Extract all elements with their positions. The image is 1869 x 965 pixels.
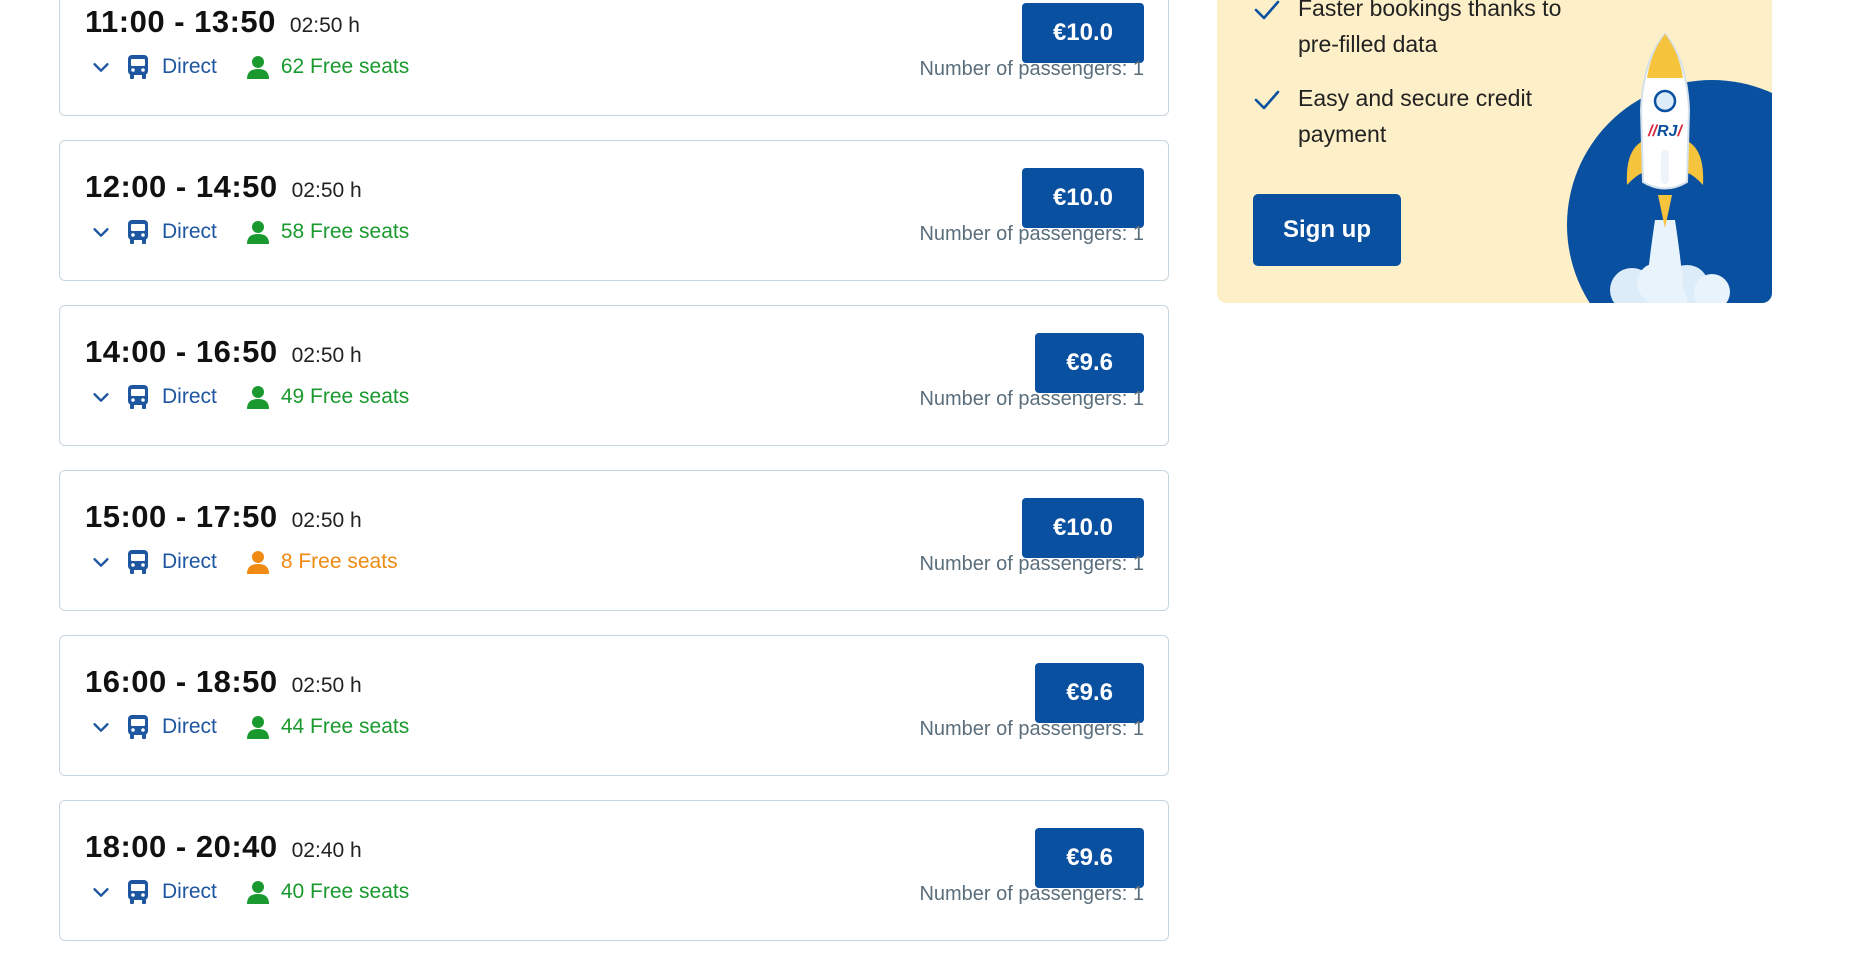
person-icon — [246, 551, 269, 574]
trip-duration: 02:50 h — [289, 14, 360, 37]
price-button[interactable]: €10.0 — [1021, 3, 1144, 63]
passenger-count: Number of passengers: 1 — [919, 58, 1144, 80]
price-button[interactable]: €9.6 — [1035, 333, 1144, 393]
price-button[interactable]: €9.6 — [1035, 828, 1144, 888]
connection-meta: Direct 49 Free seats — [90, 384, 409, 410]
direct-link[interactable]: Direct — [162, 715, 217, 739]
chevron-down-icon[interactable] — [90, 881, 112, 903]
chevron-down-icon[interactable] — [90, 386, 112, 408]
departure-arrival-time: 12:00 - 14:50 02:50 h — [85, 169, 362, 204]
bus-icon — [128, 880, 148, 904]
trip-duration: 02:50 h — [291, 344, 362, 367]
chevron-down-icon[interactable] — [90, 221, 112, 243]
passenger-count: Number of passengers: 1 — [919, 388, 1144, 410]
direct-link[interactable]: Direct — [162, 880, 217, 904]
chevron-down-icon[interactable] — [90, 716, 112, 738]
bus-icon — [128, 550, 148, 574]
bus-icon — [128, 385, 148, 409]
trip-duration: 02:40 h — [291, 839, 362, 862]
direct-link[interactable]: Direct — [162, 55, 217, 79]
direct-link[interactable]: Direct — [162, 220, 217, 244]
price-button[interactable]: €9.6 — [1035, 663, 1144, 723]
connection-card[interactable]: 16:00 - 18:50 02:50 h Direct 44 Free seat… — [59, 635, 1169, 776]
departure-arrival-time: 14:00 - 16:50 02:50 h — [85, 334, 362, 369]
passenger-count: Number of passengers: 1 — [919, 223, 1144, 245]
passenger-count: Number of passengers: 1 — [919, 553, 1144, 575]
direct-link[interactable]: Direct — [162, 385, 217, 409]
departure-arrival-time: 16:00 - 18:50 02:50 h — [85, 664, 362, 699]
rocket-illustration: //RJ/ — [1567, 32, 1772, 303]
connection-card[interactable]: 11:00 - 13:50 02:50 h Direct 62 Free seat… — [59, 0, 1169, 116]
price-button[interactable]: €10.0 — [1021, 168, 1144, 228]
connection-card[interactable]: 12:00 - 14:50 02:50 h Direct 58 Free seat… — [59, 140, 1169, 281]
person-icon — [246, 386, 269, 409]
departure-arrival-time: 11:00 - 13:50 02:50 h — [85, 4, 360, 39]
trip-duration: 02:50 h — [291, 509, 362, 532]
check-icon — [1254, 0, 1280, 20]
trip-duration: 02:50 h — [291, 674, 362, 697]
signup-promo-panel: Faster bookings thanks to pre-filled dat… — [1217, 0, 1772, 303]
free-seats: 58 Free seats — [280, 220, 410, 243]
connection-meta: Direct 40 Free seats — [90, 879, 409, 905]
free-seats: 8 Free seats — [280, 550, 398, 573]
connection-meta: Direct 8 Free seats — [90, 549, 398, 575]
person-icon — [246, 221, 269, 244]
trip-duration: 02:50 h — [291, 179, 362, 202]
passenger-count: Number of passengers: 1 — [919, 718, 1144, 740]
person-icon — [246, 716, 269, 739]
bus-icon — [128, 715, 148, 739]
free-seats: 40 Free seats — [280, 880, 410, 903]
connection-card[interactable]: 15:00 - 17:50 02:50 h Direct 8 Free seats… — [59, 470, 1169, 611]
person-icon — [246, 56, 269, 79]
free-seats: 62 Free seats — [280, 55, 410, 78]
bus-icon — [128, 55, 148, 79]
price-button[interactable]: €10.0 — [1021, 498, 1144, 558]
free-seats: 44 Free seats — [280, 715, 410, 738]
departure-arrival-time: 15:00 - 17:50 02:50 h — [85, 499, 362, 534]
connection-meta: Direct 58 Free seats — [90, 219, 409, 245]
free-seats: 49 Free seats — [280, 385, 410, 408]
direct-link[interactable]: Direct — [162, 550, 217, 574]
sign-up-button[interactable]: Sign up — [1253, 194, 1401, 266]
bus-icon — [128, 220, 148, 244]
connection-card[interactable]: 18:00 - 20:40 02:40 h Direct 40 Free seat… — [59, 800, 1169, 941]
chevron-down-icon[interactable] — [90, 56, 112, 78]
departure-arrival-time: 18:00 - 20:40 02:40 h — [85, 829, 362, 864]
connection-meta: Direct 62 Free seats — [90, 54, 409, 80]
connection-list: 11:00 - 13:50 02:50 h Direct 62 Free seat… — [59, 0, 1169, 965]
check-icon — [1254, 90, 1280, 110]
chevron-down-icon[interactable] — [90, 551, 112, 573]
connection-meta: Direct 44 Free seats — [90, 714, 409, 740]
connection-card[interactable]: 14:00 - 16:50 02:50 h Direct 49 Free seat… — [59, 305, 1169, 446]
person-icon — [246, 881, 269, 904]
svg-text://RJ/: //RJ/ — [1647, 123, 1683, 140]
